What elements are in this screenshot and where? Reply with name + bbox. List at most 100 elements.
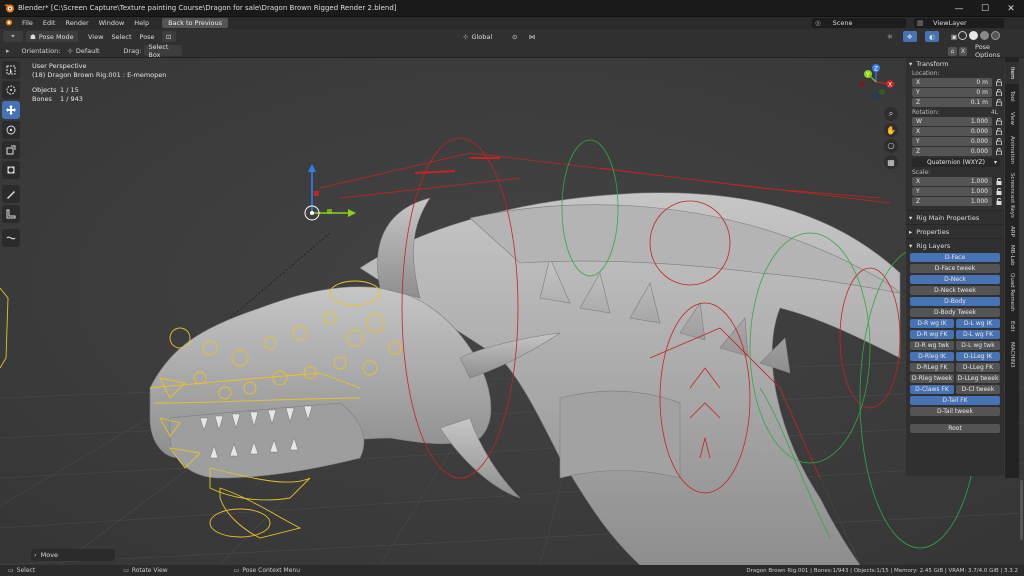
rig-layer-d-tail-fk[interactable]: D-Tail FK	[910, 396, 1000, 405]
menu-view[interactable]: View	[84, 33, 107, 41]
rig-layer-d-neck[interactable]: D-Neck	[910, 275, 1000, 284]
mode-selector[interactable]: ☗ Pose Mode	[26, 31, 78, 42]
select-box-tool-icon[interactable]	[2, 61, 20, 79]
menu-edit[interactable]: Edit	[38, 19, 61, 27]
rig-layer-d-rleg-tweek[interactable]: D-Rleg tweek	[910, 374, 954, 383]
scale-y-field[interactable]: Y 1.000	[912, 187, 1002, 196]
lock-icon[interactable]	[996, 187, 1002, 195]
lock-icon[interactable]	[996, 177, 1002, 185]
scale-z-field[interactable]: Z 1.000	[912, 197, 1002, 206]
tab-item[interactable]: Item	[1005, 62, 1019, 84]
rendered-shading-icon[interactable]	[991, 31, 1000, 40]
rig-layer-d-body-tweek[interactable]: D-Body Tweek	[910, 308, 1000, 317]
rig-layer-d-r-wg-ik[interactable]: D-R wg IK	[910, 319, 954, 328]
location-y-field[interactable]: Y 0 m	[912, 88, 1002, 97]
rig-layer-d-l-wg-fk[interactable]: D-L wg FK	[956, 330, 1000, 339]
camera-view-icon[interactable]: ⎔	[884, 139, 898, 153]
shading-selector[interactable]: ☼	[883, 31, 903, 42]
rotation-mode-dropdown[interactable]: Quaternion (WXYZ) ▾	[912, 158, 1000, 167]
rotation-z-field[interactable]: Z 0.000	[912, 147, 1002, 156]
menu-select[interactable]: Select	[107, 33, 135, 41]
lock-icon[interactable]	[996, 137, 1002, 146]
pivot-point-icon[interactable]: ⊙	[508, 31, 524, 42]
rig-layer-d-rleg-fk[interactable]: D-RLeg FK	[910, 363, 954, 372]
rig-layer-d-face-tweek[interactable]: D-Face tweek	[910, 264, 1000, 273]
last-operator-panel[interactable]: › Move	[31, 549, 115, 561]
rig-layer-d-lleg-fk[interactable]: D-LLeg FK	[956, 363, 1000, 372]
back-to-previous-button[interactable]: Back to Previous	[162, 18, 229, 28]
measure-tool-icon[interactable]	[2, 205, 20, 223]
minimize-button[interactable]: —	[946, 0, 972, 17]
blender-menu-icon[interactable]	[0, 18, 17, 28]
rig-layer-root[interactable]: Root	[910, 424, 1000, 433]
location-x-field[interactable]: X 0 m	[912, 78, 1002, 87]
lock-icon[interactable]	[996, 127, 1002, 136]
menu-window[interactable]: Window	[94, 19, 130, 27]
orientation-dropdown[interactable]: ⊹ Default	[63, 45, 118, 56]
close-button[interactable]: ✕	[998, 0, 1024, 17]
3d-viewport[interactable]	[0, 58, 1024, 565]
tab-mb-lab[interactable]: MB-Lab	[1005, 242, 1019, 268]
cursor-tool-icon[interactable]	[2, 81, 20, 99]
relax-pose-tool-icon[interactable]	[2, 229, 20, 247]
rig-layer-d-body[interactable]: D-Body	[910, 297, 1000, 306]
pan-hand-icon[interactable]: ✋	[884, 123, 898, 137]
rig-layer-d-cl-tweek[interactable]: D-Cl tweek	[956, 385, 1000, 394]
rig-layer-d-l-wg-ik[interactable]: D-L wg IK	[956, 319, 1000, 328]
menu-help[interactable]: Help	[129, 19, 154, 27]
gizmo-toggle-icon[interactable]: ✥	[903, 31, 917, 42]
tab-screencast-keys[interactable]: Screencast Keys	[1005, 170, 1019, 220]
view-layer-selector[interactable]: ▤ ViewLayer	[914, 18, 1004, 28]
tab-view[interactable]: View	[1005, 108, 1019, 130]
rig-layer-d-lleg-tweek[interactable]: D-LLeg tweek	[956, 374, 1000, 383]
menu-pose[interactable]: Pose	[136, 33, 159, 41]
navigation-gizmo[interactable]: Z X Y	[856, 62, 896, 102]
tab-arp[interactable]: ARP	[1005, 221, 1019, 241]
pose-options-button[interactable]: Pose Options	[971, 43, 1011, 59]
wireframe-shading-icon[interactable]	[958, 31, 967, 40]
rig-layer-d-l-wg-twk[interactable]: D-L wg twk	[956, 341, 1000, 350]
transform-tool-icon[interactable]	[2, 161, 20, 179]
menu-render[interactable]: Render	[60, 19, 93, 27]
maximize-button[interactable]: ☐	[972, 0, 998, 17]
rotation-x-field[interactable]: X 0.000	[912, 127, 1002, 136]
lock-icon[interactable]	[996, 78, 1002, 87]
lock-icon[interactable]	[996, 147, 1002, 156]
tab-tool[interactable]: Tool	[1005, 85, 1019, 107]
rotation-lock-4d[interactable]: 4L	[985, 108, 998, 117]
rotation-y-field[interactable]: Y 0.000	[912, 137, 1002, 146]
properties-header[interactable]: ▸ Properties	[906, 225, 1004, 239]
snap-icon[interactable]: ⋈	[525, 31, 543, 42]
menu-file[interactable]: File	[17, 19, 38, 27]
lock-icon[interactable]	[996, 197, 1002, 205]
rotate-tool-icon[interactable]	[2, 121, 20, 139]
scale-x-field[interactable]: X 1.000	[912, 177, 1002, 186]
tab-quad-remesh[interactable]: Quad Remesh	[1005, 269, 1019, 315]
scale-tool-icon[interactable]	[2, 141, 20, 159]
rig-layers-header[interactable]: ▾ Rig Layers	[906, 239, 1004, 253]
rig-layer-d-face[interactable]: D-Face	[910, 253, 1000, 262]
annotate-tool-icon[interactable]	[2, 185, 20, 203]
rig-layer-d-r-wg-twk[interactable]: D-R wg twk	[910, 341, 954, 350]
rig-layer-d-neck-tweek[interactable]: D-Neck tweek	[910, 286, 1000, 295]
zoom-icon[interactable]: ⌕	[884, 107, 898, 121]
move-tool-icon[interactable]	[2, 101, 20, 119]
viewport-scrollbar[interactable]	[1020, 480, 1023, 540]
scene-selector[interactable]: ◎ Scene	[812, 18, 906, 28]
tab-edit[interactable]: Edit	[1005, 316, 1019, 336]
editor-type-button[interactable]: ⌖	[3, 31, 23, 42]
transform-orientation-selector[interactable]: ⊹ Global	[459, 31, 505, 42]
rig-layer-d-lleg-ik[interactable]: D-LLeg IK	[956, 352, 1000, 361]
options-icon[interactable]: ⌂	[948, 47, 957, 56]
rig-layer-d-tail-tweek[interactable]: D-Tail tweek	[910, 407, 1000, 416]
toggle-perspective-icon[interactable]: ▦	[884, 155, 898, 169]
x-axis-toggle[interactable]: X	[959, 47, 967, 56]
tab-animation[interactable]: Animation	[1005, 131, 1019, 169]
overlay-toggle-icon[interactable]: ◐	[925, 31, 939, 42]
lock-icon[interactable]	[996, 117, 1002, 126]
tab-machin3[interactable]: MACHIN3	[1005, 337, 1019, 373]
rig-layer-d-r-wg-fk[interactable]: D-R wg FK	[910, 330, 954, 339]
rotation-w-field[interactable]: W 1.000	[912, 117, 1002, 126]
lock-icon[interactable]	[996, 98, 1002, 107]
pose-copy-icon[interactable]: ⊡	[161, 31, 176, 42]
